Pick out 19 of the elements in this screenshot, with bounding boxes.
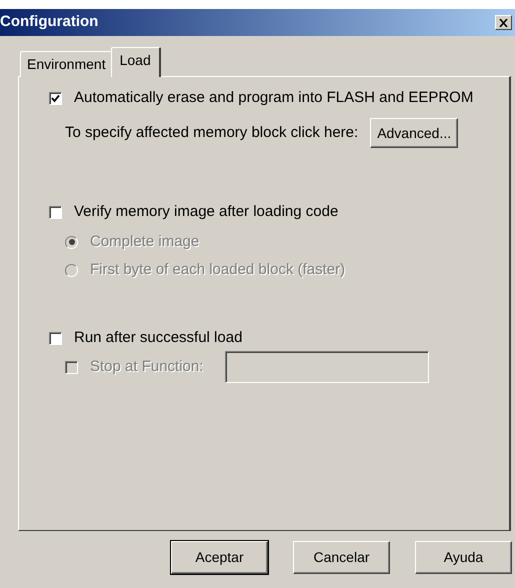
dialog-button[interactable]: Ayuda bbox=[415, 541, 512, 574]
checkbox[interactable] bbox=[49, 206, 62, 218]
dialog-button[interactable]: Aceptar bbox=[171, 541, 268, 574]
dialog-button[interactable]: Cancelar bbox=[293, 541, 390, 574]
instruction-text: To specify affected memory block click here: bbox=[65, 122, 358, 143]
radio-label: First byte of each loaded block (faster) bbox=[90, 260, 346, 280]
window-title: Configuration bbox=[0, 12, 98, 32]
advanced-button[interactable]: Advanced... bbox=[370, 118, 458, 148]
checkbox-label: Verify memory image after loading code bbox=[74, 202, 338, 222]
checkbox-label: Stop at Function: bbox=[90, 356, 204, 377]
close-button[interactable] bbox=[495, 15, 512, 30]
tab[interactable]: Load bbox=[110, 47, 161, 77]
checkbox[interactable] bbox=[49, 92, 62, 104]
radio-label: Complete image bbox=[90, 232, 200, 252]
checkbox[interactable] bbox=[49, 332, 62, 344]
close-icon bbox=[499, 18, 508, 26]
checkbox-label: Run after successful load bbox=[74, 328, 242, 348]
checkbox-label: Automatically erase and program into FLASH and EEPROM bbox=[74, 88, 474, 108]
tab[interactable]: Environment bbox=[20, 51, 113, 77]
